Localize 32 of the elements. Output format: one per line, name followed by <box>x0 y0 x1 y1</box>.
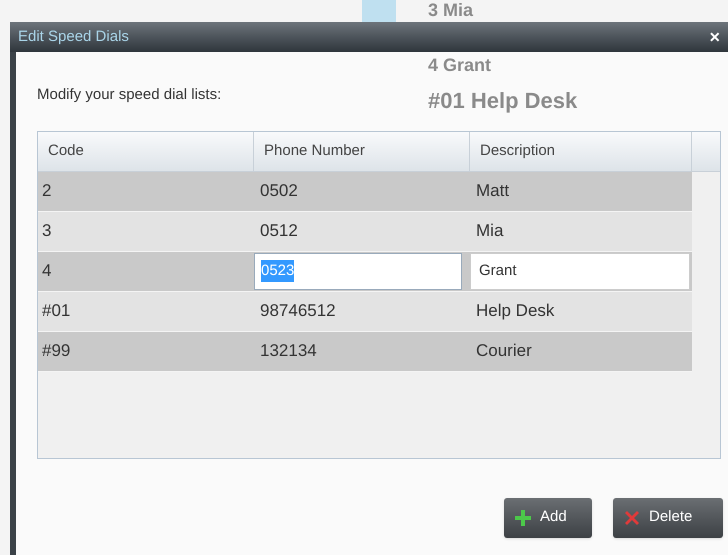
column-header[interactable]: Code <box>38 132 254 170</box>
dialog-title: Edit Speed Dials <box>18 26 129 47</box>
add-button[interactable]: Add <box>504 498 592 538</box>
background-list-item: 3 Mia <box>428 0 474 21</box>
instruction-text: Modify your speed dial lists: <box>37 85 222 105</box>
table-row[interactable]: #99 132134 Courier <box>38 332 692 372</box>
delete-button[interactable]: Delete <box>613 498 723 538</box>
column-header[interactable]: Description <box>470 132 692 170</box>
table-cell-text: 4 <box>41 260 52 282</box>
table-cell-text: 2 <box>41 180 52 202</box>
table-cell-text: #99 <box>41 340 72 362</box>
table-cell-text: Mia <box>475 220 504 242</box>
table-cell-text: 0512 <box>259 220 299 242</box>
table-cell-text: Matt <box>475 180 510 202</box>
description-input[interactable]: Grant <box>470 252 690 290</box>
plus-icon <box>514 508 532 526</box>
table-row[interactable]: #01 98746512 Help Desk <box>38 292 692 332</box>
close-button[interactable]: × <box>709 28 720 46</box>
background-list-item: #01 Help Desk <box>428 88 578 114</box>
table-cell-text: 0502 <box>259 180 299 202</box>
table-cell-text: Courier <box>475 340 533 362</box>
table-cell-text: Help Desk <box>475 300 556 322</box>
table-cell-text: 3 <box>41 220 52 242</box>
table-row[interactable]: 4 0523 Grant <box>38 252 692 292</box>
x-icon <box>623 508 641 526</box>
table-cell-text: 98746512 <box>259 300 337 322</box>
table-row[interactable]: 2 0502 Matt <box>38 172 692 212</box>
table-cell-text: #01 <box>41 300 72 322</box>
table-row[interactable]: 3 0512 Mia <box>38 212 692 252</box>
table-cell-text: 132134 <box>259 340 318 362</box>
background-list-item: 4 Grant <box>428 55 492 76</box>
column-header[interactable]: Phone Number <box>254 132 470 170</box>
